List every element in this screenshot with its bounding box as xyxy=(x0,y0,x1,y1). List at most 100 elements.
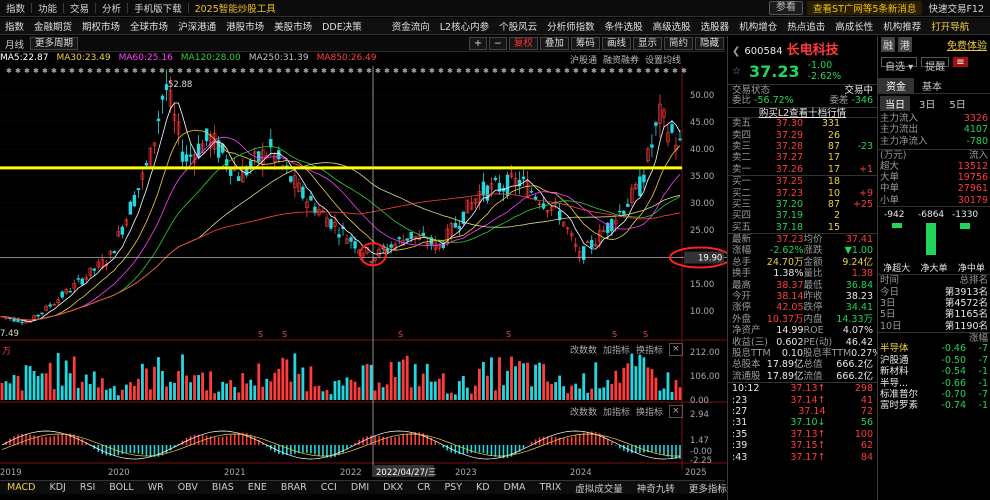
event-marker: ✱ xyxy=(330,67,336,75)
candle-body xyxy=(397,237,401,240)
nav-item[interactable]: 热点追击 xyxy=(782,19,830,33)
vol-edit-params[interactable]: 改数数 xyxy=(570,343,597,356)
close-icon[interactable]: × xyxy=(669,343,683,356)
indicator-tab[interactable]: PSY xyxy=(437,482,469,493)
volume-bar xyxy=(245,383,249,400)
alert-button[interactable]: 提醒 xyxy=(921,57,950,73)
net-flow-value: -942 xyxy=(884,210,905,221)
indicator-tab[interactable]: RSI xyxy=(73,482,102,493)
macd-switch-indicator[interactable]: 换指标 xyxy=(636,405,663,418)
event-marker: ✱ xyxy=(132,67,138,75)
ranks-row: 今日 第3913名 xyxy=(880,286,988,298)
nav-item[interactable]: 打开导航 xyxy=(926,19,974,33)
event-marker: ✱ xyxy=(366,67,372,75)
candle-body xyxy=(353,241,357,249)
nav-item[interactable]: 高成长性 xyxy=(830,19,878,33)
volume-bar xyxy=(44,373,48,400)
free-trial-link[interactable]: 免费体验 xyxy=(947,37,987,52)
nav-item[interactable]: 机构增仓 xyxy=(734,19,782,33)
indicator-tab[interactable]: 虚拟成交量 xyxy=(568,481,630,495)
year-label: 2019 xyxy=(0,468,22,478)
news-ticker[interactable]: 查看ST广网等5条新消息 xyxy=(807,1,923,15)
stats-row: 换手 1.38% 量比 1.38 xyxy=(732,268,873,280)
macd-add-indicator[interactable]: 加指标 xyxy=(603,405,630,418)
indicator-tab[interactable]: BIAS xyxy=(205,482,241,493)
tick-row: :23 37.14↑ 41 xyxy=(732,394,873,406)
volume-bar xyxy=(441,373,445,400)
sector-row[interactable]: 半导... -0.66 -1 xyxy=(880,378,988,389)
quick-trade-button[interactable]: 快速交易F12 xyxy=(922,1,990,15)
candle-body xyxy=(529,191,534,193)
volume-bar xyxy=(225,383,229,400)
volume-bar xyxy=(678,387,682,400)
search-input[interactable]: 参看 xyxy=(769,1,804,15)
candle-body xyxy=(188,154,193,157)
candle-body xyxy=(236,176,241,181)
tab-today[interactable]: 当日 xyxy=(880,96,910,111)
last-price: 37.23 xyxy=(748,61,800,81)
tab-funds[interactable]: 资金 xyxy=(878,78,914,93)
volume-bar xyxy=(618,382,622,400)
volume-bar xyxy=(229,380,233,400)
dif-line xyxy=(1,430,681,460)
indicator-tab[interactable]: DMA xyxy=(497,482,533,493)
macd-edit-params[interactable]: 改数数 xyxy=(570,405,597,418)
indicator-tab[interactable]: BRAR xyxy=(274,482,314,493)
l2-link[interactable]: 购买L2查看十档行情 xyxy=(728,106,877,119)
indicator-tab[interactable]: BOLL xyxy=(102,482,140,493)
candle-body xyxy=(654,122,658,126)
volume-bar xyxy=(233,387,237,400)
volume-bar xyxy=(177,370,180,400)
volume-bar xyxy=(574,383,578,400)
tab-3day[interactable]: 3日 xyxy=(914,96,940,111)
menu-icon[interactable]: ≡ xyxy=(953,57,968,68)
sector-row[interactable]: 富时罗素 -0.74 -1 xyxy=(880,400,988,411)
watchlist-select[interactable]: 自选 ▾ xyxy=(881,57,918,73)
vol-switch-indicator[interactable]: 换指标 xyxy=(636,343,663,356)
indicator-tab[interactable]: ENE xyxy=(241,482,274,493)
indicator-tab[interactable]: DKX xyxy=(376,482,410,493)
candle-body xyxy=(485,185,490,201)
volume-bar xyxy=(52,389,56,400)
candle-body xyxy=(40,312,44,315)
indicator-tab[interactable]: CCI xyxy=(314,482,344,493)
indicator-tab[interactable]: KDJ xyxy=(42,482,72,493)
vol-add-indicator[interactable]: 加指标 xyxy=(603,343,630,356)
volume-bar xyxy=(602,387,606,400)
chevron-left-icon[interactable]: ❮ xyxy=(732,46,740,57)
indicator-tab[interactable]: WR xyxy=(141,482,171,493)
volume-bar xyxy=(469,393,473,400)
indicator-tab[interactable]: CR xyxy=(410,482,437,493)
close-icon[interactable]: × xyxy=(669,405,683,418)
stock-code: 600584 xyxy=(744,46,783,57)
volume-bar xyxy=(277,368,281,400)
indicator-tab[interactable]: MACD xyxy=(0,482,42,493)
volume-bar xyxy=(4,381,8,400)
volume-bar xyxy=(453,394,457,400)
net-flow-bar xyxy=(926,223,936,256)
star-icon[interactable]: ☆ xyxy=(732,66,741,77)
candle-body xyxy=(257,151,261,162)
indicator-tab[interactable]: TRIX xyxy=(533,482,569,493)
volume-bar xyxy=(393,377,397,400)
sector-row[interactable]: 沪股通 -0.50 -7 xyxy=(880,355,988,366)
tab-5day[interactable]: 5日 xyxy=(944,96,970,111)
indicator-tab[interactable]: DMI xyxy=(344,482,376,493)
volume-bar xyxy=(658,390,662,400)
indicator-tab[interactable]: KD xyxy=(469,482,497,493)
volume-bar xyxy=(610,383,614,400)
nav-item[interactable]: 机构推荐 xyxy=(878,19,926,33)
sector-row[interactable]: 标准普尔 -0.70 -7 xyxy=(880,389,988,400)
candle-body xyxy=(521,176,526,180)
indicator-tab[interactable]: 神奇九转 xyxy=(630,481,682,495)
sector-row[interactable]: 半导体 -0.46 -7 xyxy=(880,343,988,354)
event-marker: ✱ xyxy=(150,67,156,75)
tab-basic[interactable]: 基本 xyxy=(914,78,950,93)
sector-row[interactable]: 新材料 -0.54 -1 xyxy=(880,366,988,377)
indicator-tab[interactable]: OBV xyxy=(171,482,205,493)
candle-body xyxy=(389,244,393,248)
stats-row: 流通股 17.89亿 流值 666.2亿 xyxy=(732,370,873,382)
candle-body xyxy=(132,194,137,207)
event-marker: ✱ xyxy=(24,67,30,75)
volume-bar xyxy=(461,375,465,400)
